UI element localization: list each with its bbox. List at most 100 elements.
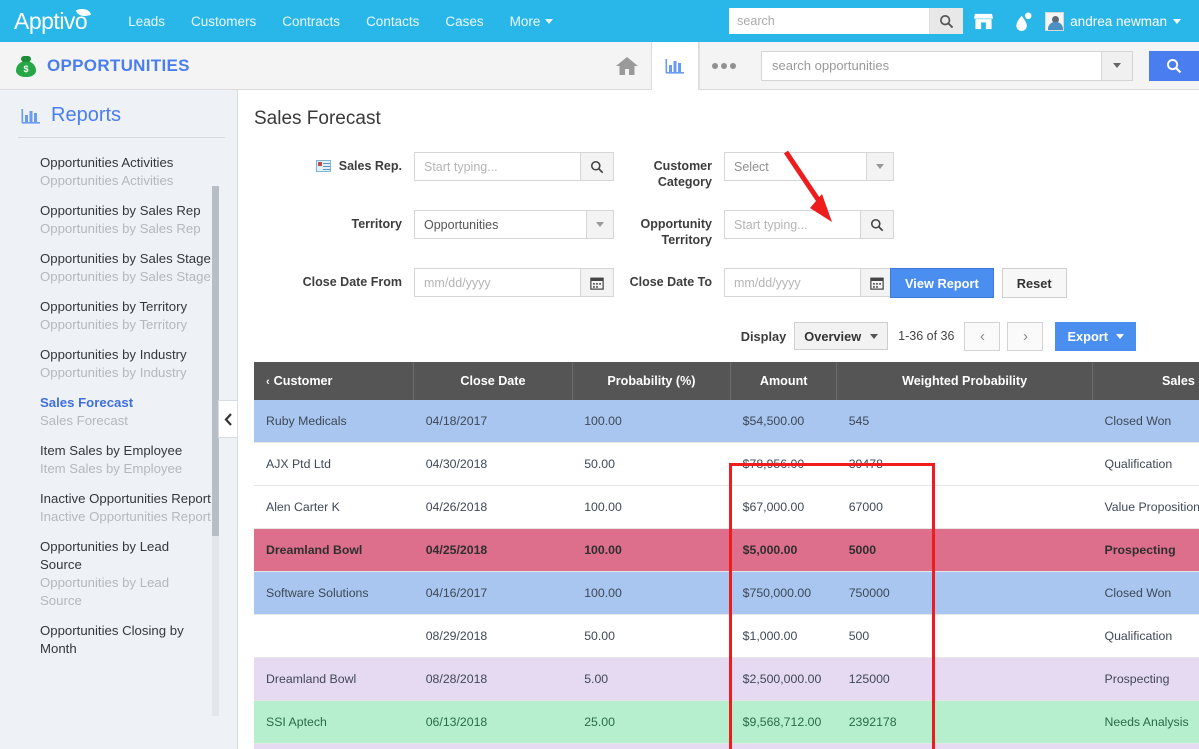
sales-rep-label: Sales Rep. — [338, 159, 402, 173]
reset-button[interactable]: Reset — [1001, 268, 1067, 298]
sidebar-scrollbar-thumb[interactable] — [212, 186, 219, 536]
module-search-button[interactable] — [1149, 50, 1199, 81]
sidebar-item-opportunities-by-sales-stage[interactable]: Opportunities by Sales Stage Opportuniti… — [0, 244, 237, 292]
sidebar-item-inactive-opportunities-report[interactable]: Inactive Opportunities Report Inactive O… — [0, 484, 237, 532]
sidebar-item-label: Opportunities Closing by Month — [40, 623, 184, 656]
sidebar-item-opportunities-by-territory[interactable]: Opportunities by Territory Opportunities… — [0, 292, 237, 340]
territory-field[interactable]: Opportunities — [414, 210, 614, 239]
table-row[interactable]: Ruby Medicals 04/18/2017 100.00 $54,500.… — [254, 400, 1199, 443]
cell-probability: 100.00 — [572, 571, 731, 615]
sidebar-item-sublabel: Opportunities by Sales Rep — [40, 221, 201, 236]
cell-weighted-probability: 39478 — [836, 442, 1093, 486]
more-options-button[interactable] — [699, 41, 747, 90]
close-date-to-label: Close Date To — [629, 275, 712, 289]
close-date-from-input[interactable] — [414, 268, 580, 297]
table-row[interactable]: Software Solutions 04/16/2017 100.00 $75… — [254, 571, 1199, 615]
nav-link-contacts[interactable]: Contacts — [353, 8, 432, 35]
cell-weighted-probability: 5000 — [836, 528, 1093, 572]
nav-link-customers[interactable]: Customers — [178, 8, 269, 35]
sidebar-item-sales-forecast[interactable]: Sales Forecast Sales Forecast — [0, 388, 237, 436]
cell-weighted-probability: 67000 — [836, 485, 1093, 529]
report-title: Sales Forecast — [254, 108, 381, 129]
cell-sales-stage: Prospecting — [1092, 528, 1199, 572]
view-report-button[interactable]: View Report — [890, 268, 994, 298]
opportunity-territory-field — [724, 210, 894, 239]
nav-link-leads[interactable]: Leads — [115, 8, 178, 35]
sidebar-item-opportunities-by-sales-rep[interactable]: Opportunities by Sales Rep Opportunities… — [0, 196, 237, 244]
sidebar-heading: Reports — [0, 90, 237, 137]
cell-customer — [254, 614, 414, 658]
column-header-customer[interactable]: ‹ Customer — [254, 362, 415, 400]
table-row[interactable]: Dreamland Bowl 04/25/2018 100.00 $5,000.… — [254, 528, 1199, 572]
sidebar-item-label: Item Sales by Employee — [40, 443, 183, 458]
next-page-button[interactable]: › — [1007, 321, 1044, 351]
cell-close-date: 04/18/2017 — [413, 400, 573, 443]
chevron-down-icon — [876, 164, 884, 169]
sidebar-item-opportunities-closing-by-month[interactable]: Opportunities Closing by Month — [0, 616, 237, 664]
nav-link-contracts[interactable]: Contracts — [269, 8, 353, 35]
global-search-button[interactable] — [929, 8, 964, 34]
bar-chart-icon — [21, 108, 40, 124]
apptivo-logo[interactable]: Apptivo — [14, 5, 92, 35]
notifications-icon-button[interactable] — [1003, 4, 1043, 38]
store-icon-button[interactable] — [963, 4, 1003, 38]
sidebar-item-opportunities-by-lead-source[interactable]: Opportunities by Lead Source Opportuniti… — [0, 532, 237, 616]
nav-link-more[interactable]: More — [497, 8, 567, 35]
global-search-input[interactable] — [729, 8, 930, 34]
column-header-sales-stage[interactable]: Sales Stage — [1092, 362, 1199, 400]
territory-label: Territory — [351, 217, 402, 231]
column-header-amount[interactable]: Amount — [730, 362, 838, 400]
sidebar-item-item-sales-by-employee[interactable]: Item Sales by Employee Item Sales by Emp… — [0, 436, 237, 484]
report-table-container: ‹ Customer Close Date Probability (%) Amo… — [254, 362, 1199, 749]
opportunity-search-input[interactable] — [761, 50, 1101, 81]
table-row[interactable]: AJX Ptd Ltd 04/30/2018 50.00 $78,956.00 … — [254, 442, 1199, 486]
sidebar-item-label: Sales Forecast — [40, 395, 134, 410]
sidebar-item-sublabel: Item Sales by Employee — [40, 461, 183, 476]
opportunity-territory-input[interactable] — [724, 210, 860, 239]
table-row[interactable]: SSI Aptech 06/13/2018 25.00 $9,568,712.0… — [254, 700, 1199, 744]
opportunity-territory-search-button[interactable] — [860, 210, 894, 239]
sidebar-item-sublabel: Opportunities by Industry — [40, 365, 187, 380]
sidebar-item-label: Inactive Opportunities Report — [40, 491, 211, 506]
sidebar-item-opportunities-by-industry[interactable]: Opportunities by Industry Opportunities … — [0, 340, 237, 388]
home-button[interactable] — [603, 42, 651, 90]
cell-close-date: 04/25/2018 — [413, 528, 573, 572]
sidebar-title: Reports — [51, 104, 122, 126]
territory-dropdown-toggle[interactable] — [586, 210, 614, 239]
cell-close-date: 08/29/2018 — [413, 614, 573, 658]
table-row[interactable]: AJX Ptd Ltd 03/20/2018 5.00 $80,000.00 4… — [254, 743, 1199, 749]
reports-button[interactable] — [651, 41, 699, 90]
column-header-close-date[interactable]: Close Date — [413, 362, 573, 400]
sales-rep-search-button[interactable] — [580, 152, 614, 181]
cell-sales-stage: Prospecting — [1092, 657, 1199, 701]
user-menu[interactable]: andrea newman — [1043, 11, 1189, 31]
sales-rep-input[interactable] — [414, 152, 580, 181]
display-mode-dropdown[interactable]: Overview — [794, 322, 889, 350]
nav-link-cases[interactable]: Cases — [432, 8, 496, 35]
sidebar-collapse-toggle[interactable] — [218, 400, 237, 438]
export-button[interactable]: Export — [1055, 321, 1136, 351]
cell-sales-stage: Qualification — [1092, 614, 1199, 658]
table-row[interactable]: Alen Carter K 04/26/2018 100.00 $67,000.… — [254, 485, 1199, 529]
table-row[interactable]: Dreamland Bowl 08/28/2018 5.00 $2,500,00… — [254, 657, 1199, 701]
customer-category-dropdown-toggle[interactable] — [866, 152, 894, 181]
close-date-to-input[interactable] — [724, 268, 860, 297]
column-header-probability[interactable]: Probability (%) — [572, 362, 732, 400]
close-date-to-calendar-button[interactable] — [860, 268, 894, 297]
previous-page-button[interactable]: ‹ — [964, 321, 1001, 351]
column-header-weighted-probability[interactable]: Weighted Probability — [836, 362, 1094, 400]
chevron-down-icon — [870, 333, 879, 339]
customer-category-field[interactable]: Select — [724, 152, 894, 181]
cell-probability: 100.00 — [572, 400, 731, 443]
table-row[interactable]: 08/29/2018 50.00 $1,000.00 500 Qualifica… — [254, 614, 1199, 658]
close-date-from-calendar-button[interactable] — [580, 268, 614, 297]
search-scope-dropdown[interactable] — [1101, 50, 1133, 81]
cell-probability: 50.00 — [572, 442, 731, 486]
export-label: Export — [1067, 328, 1108, 344]
cell-customer: SSI Aptech — [254, 700, 414, 744]
ellipsis-icon — [711, 62, 736, 69]
display-label: Display — [740, 328, 787, 344]
money-bag-icon: $ — [16, 55, 36, 77]
sidebar-item-opportunities-activities[interactable]: Opportunities Activities Opportunities A… — [0, 148, 237, 196]
sidebar-scrollbar[interactable] — [212, 186, 219, 716]
